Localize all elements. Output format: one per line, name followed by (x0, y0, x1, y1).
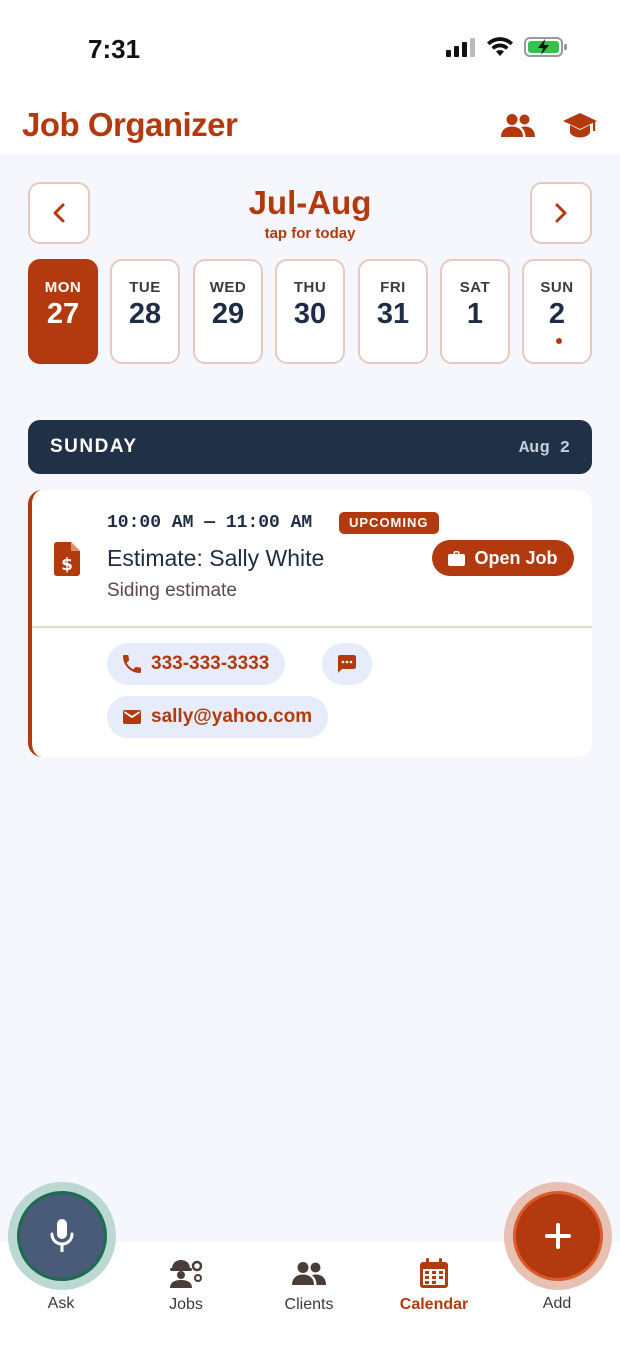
plus-icon (545, 1223, 571, 1249)
day-name: WED (209, 279, 247, 296)
tab-calendar-label: Calendar (399, 1296, 469, 1313)
day-name: FRI (380, 279, 406, 296)
open-job-label: Open Job (474, 547, 558, 568)
people-icon (292, 1262, 326, 1285)
day-cell[interactable]: SAT 1 (440, 259, 510, 364)
phone-number: 333-333-3333 (151, 653, 270, 674)
message-icon (338, 655, 356, 673)
graduation-cap-icon[interactable] (562, 110, 598, 140)
date-range-title[interactable]: Jul-Aug (0, 184, 620, 222)
status-time: 7:31 (88, 34, 141, 64)
event-subtitle: Siding estimate (107, 580, 237, 601)
add-button[interactable] (513, 1191, 603, 1281)
day-number: 28 (128, 298, 162, 330)
status-badge: UPCOMING (339, 512, 439, 534)
cellular-signal-icon (446, 38, 475, 57)
day-name: MON (44, 279, 82, 296)
status-icons (446, 36, 568, 58)
message-button[interactable] (322, 643, 372, 685)
microphone-icon (50, 1219, 74, 1252)
day-strip: MON 27 TUE 28 WED 29 THU 30 FRI 31 SAT 1… (28, 259, 592, 364)
wifi-icon (487, 37, 513, 56)
add-label: Add (542, 1295, 572, 1312)
day-cell[interactable]: WED 29 (193, 259, 263, 364)
day-number: 31 (376, 298, 410, 330)
tab-jobs-label: Jobs (169, 1296, 203, 1313)
tab-clients[interactable]: Clients (259, 1256, 359, 1314)
event-indicator-dot (556, 338, 562, 344)
chevron-right-icon (555, 203, 567, 223)
phone-chip[interactable]: 333-333-3333 (107, 643, 286, 685)
day-number: 30 (293, 298, 327, 330)
people-icon[interactable] (500, 110, 536, 140)
briefcase-icon (448, 550, 466, 566)
calendar-icon (420, 1258, 448, 1288)
card-divider (32, 626, 592, 628)
section-day-name: SUNDAY (50, 436, 138, 457)
day-number: 29 (211, 298, 245, 330)
invoice-dollar-icon: $ (54, 542, 80, 576)
event-card[interactable]: 10:00 AM — 11:00 AM UPCOMING $ Estimate:… (28, 490, 592, 757)
event-title: Estimate: Sally White (107, 545, 325, 571)
day-name: TUE (129, 279, 161, 296)
day-name: SUN (540, 279, 574, 296)
svg-text:$: $ (61, 555, 73, 575)
app-header: Job Organizer (0, 100, 620, 154)
next-week-button[interactable] (530, 182, 592, 244)
tab-jobs[interactable]: Jobs (136, 1256, 236, 1314)
day-name: SAT (459, 279, 491, 296)
app-title: Job Organizer (22, 106, 238, 143)
phone-icon (123, 655, 141, 673)
day-name: THU (293, 279, 327, 296)
day-cell[interactable]: MON 27 (28, 259, 98, 364)
tab-clients-label: Clients (284, 1296, 334, 1313)
ask-button[interactable] (17, 1191, 107, 1281)
day-cell[interactable]: FRI 31 (358, 259, 428, 364)
day-number: 27 (46, 298, 80, 330)
day-cell[interactable]: SUN 2 (522, 259, 592, 364)
worker-gear-icon (170, 1260, 203, 1288)
day-number: 2 (548, 298, 566, 330)
email-icon (123, 710, 141, 724)
day-cell[interactable]: THU 30 (275, 259, 345, 364)
day-number: 1 (466, 298, 484, 330)
email-address: sally@yahoo.com (151, 706, 313, 727)
ask-label: Ask (47, 1295, 75, 1312)
email-chip[interactable]: sally@yahoo.com (107, 696, 329, 738)
day-section-header: SUNDAY Aug 2 (28, 420, 592, 474)
open-job-button[interactable]: Open Job (432, 540, 574, 576)
tab-calendar[interactable]: Calendar (384, 1256, 484, 1314)
tap-for-today-hint[interactable]: tap for today (0, 225, 620, 242)
battery-charging-icon (524, 37, 567, 57)
day-cell[interactable]: TUE 28 (110, 259, 180, 364)
event-time: 10:00 AM — 11:00 AM (107, 513, 313, 533)
status-bar: 7:31 (0, 0, 620, 100)
section-date: Aug 2 (518, 439, 570, 458)
